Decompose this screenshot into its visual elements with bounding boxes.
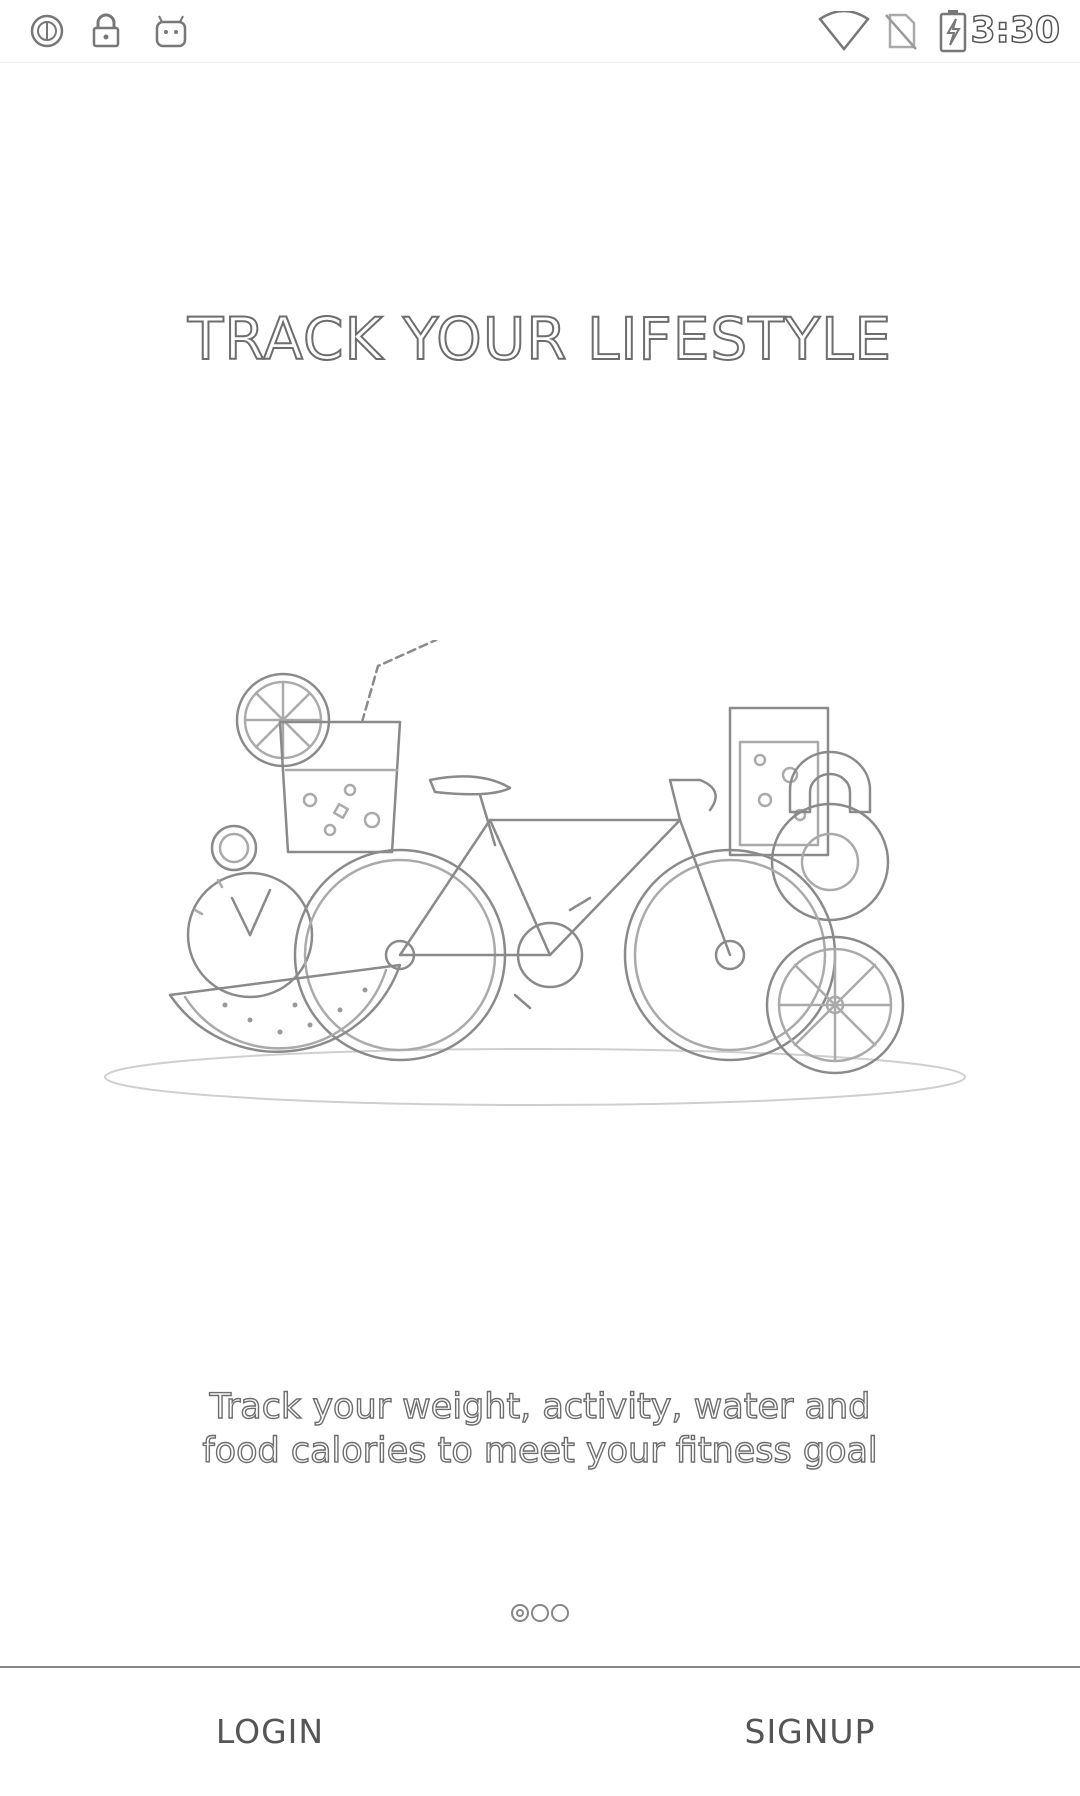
lock-icon — [90, 0, 122, 62]
page-dot-2[interactable] — [531, 1604, 549, 1622]
orange-slice-icon — [765, 935, 905, 1075]
onboarding-title: TRACK YOUR LIFESTYLE — [187, 304, 893, 374]
status-time: 3:30 — [970, 9, 1061, 52]
onboarding-description: Track your weight, activity, water and f… — [160, 1385, 920, 1473]
juice-glass-icon — [278, 638, 438, 854]
page-indicator — [0, 1604, 1080, 1622]
page-dot-3[interactable] — [551, 1604, 569, 1622]
sync-icon — [28, 0, 66, 62]
description-line-2: food calories to meet your fitness goal — [202, 1430, 879, 1471]
kettlebell-icon — [770, 750, 890, 922]
bottom-action-bar: LOGIN SIGNUP — [0, 1666, 1080, 1796]
battery-charging-icon — [938, 0, 968, 62]
page-dot-1[interactable] — [511, 1604, 529, 1622]
wifi-icon — [818, 0, 870, 62]
no-sim-icon — [884, 0, 918, 62]
fitness-illustration — [100, 638, 980, 1110]
android-icon — [152, 0, 190, 62]
bicycle-icon — [293, 775, 837, 1062]
description-line-1: Track your weight, activity, water and — [209, 1386, 871, 1427]
signup-button[interactable]: SIGNUP — [660, 1668, 960, 1796]
status-bar: 3:30 — [0, 0, 1080, 63]
login-button[interactable]: LOGIN — [120, 1668, 420, 1796]
